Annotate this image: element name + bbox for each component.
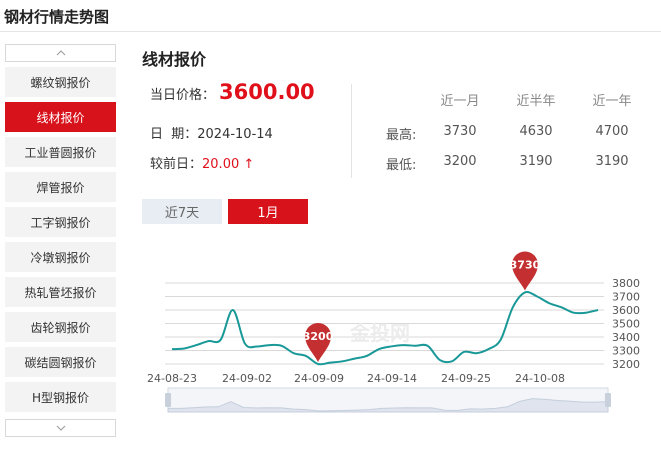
price-label: 当日价格： xyxy=(150,88,216,103)
marker-label: 3730 xyxy=(510,258,541,271)
x-tick-label: 24-08-23 xyxy=(147,372,197,385)
price-trend-chart: 320033003400350036003700380024-08-23 24-0… xyxy=(147,251,640,413)
period-tab[interactable]: 1月 xyxy=(228,199,308,224)
y-tick-label: 3600 xyxy=(612,304,640,317)
sidebar-item[interactable]: 焊管报价 xyxy=(5,172,116,202)
stats-row-label: 最高: xyxy=(386,128,417,143)
chevron-up-icon xyxy=(56,50,65,56)
stats-cell: 3730 xyxy=(443,124,477,139)
sidebar-item[interactable]: 螺纹钢报价 xyxy=(5,67,116,97)
y-tick-label: 3400 xyxy=(612,331,640,344)
sidebar-scroll-up-button[interactable] xyxy=(5,44,116,62)
change-label: 较前日： xyxy=(150,157,203,172)
title-divider xyxy=(0,31,661,32)
info-divider xyxy=(351,84,352,178)
section-title: 线材报价 xyxy=(142,50,207,69)
stats-column-header: 近一年 xyxy=(592,94,632,109)
sidebar-item[interactable]: 工业普圆报价 xyxy=(5,137,116,167)
y-tick-label: 3700 xyxy=(612,291,640,304)
date-label: 日 期： xyxy=(150,127,198,142)
stats-column-header: 近一月 xyxy=(440,94,480,109)
x-tick-label: 24-09-14 xyxy=(367,372,417,385)
change-line: 较前日：20.00 ↑ xyxy=(150,153,254,172)
y-tick-label: 3300 xyxy=(612,345,640,358)
stats-row-label: 最低: xyxy=(386,158,417,173)
x-tick-label: 24-09-09 xyxy=(294,372,344,385)
stats-cell: 3200 xyxy=(443,154,477,169)
stats-cell: 4700 xyxy=(595,124,629,139)
date-line: 日 期：2024-10-14 xyxy=(150,123,273,142)
sidebar-item[interactable]: 线材报价 xyxy=(5,102,116,132)
y-tick-label: 3800 xyxy=(612,277,640,290)
x-tick-label: 24-10-08 xyxy=(515,372,565,385)
date-value: 2024-10-14 xyxy=(197,127,273,142)
change-value: 20.00 xyxy=(202,157,240,172)
up-arrow-icon: ↑ xyxy=(243,157,255,172)
zoom-handle-left[interactable] xyxy=(165,393,171,407)
marker-label: 3200 xyxy=(303,330,334,343)
stats-cell: 4630 xyxy=(519,124,553,139)
zoom-handle-right[interactable] xyxy=(605,393,611,407)
x-tick-label: 24-09-25 xyxy=(441,372,491,385)
watermark: 金投网 xyxy=(349,321,410,345)
stats-cell: 3190 xyxy=(519,154,553,169)
y-tick-label: 3200 xyxy=(612,358,640,371)
period-tab[interactable]: 近7天 xyxy=(142,199,222,224)
sidebar-item[interactable]: 工字钢报价 xyxy=(5,207,116,237)
page-title: 钢材行情走势图 xyxy=(4,8,110,26)
sidebar: 螺纹钢报价 线材报价 工业普圆报价 焊管报价 工字钢报价 冷墩钢报价 热轧管坯报价 齿轮钢报价… xyxy=(5,44,116,437)
price-line: 当日价格： 3600.00 xyxy=(150,80,315,104)
stats-cell: 3190 xyxy=(595,154,629,169)
price-value: 3600.00 xyxy=(219,80,315,104)
stats-column-header: 近半年 xyxy=(516,94,556,109)
x-tick-label: 24-09-02 xyxy=(222,372,272,385)
y-tick-label: 3500 xyxy=(612,318,640,331)
